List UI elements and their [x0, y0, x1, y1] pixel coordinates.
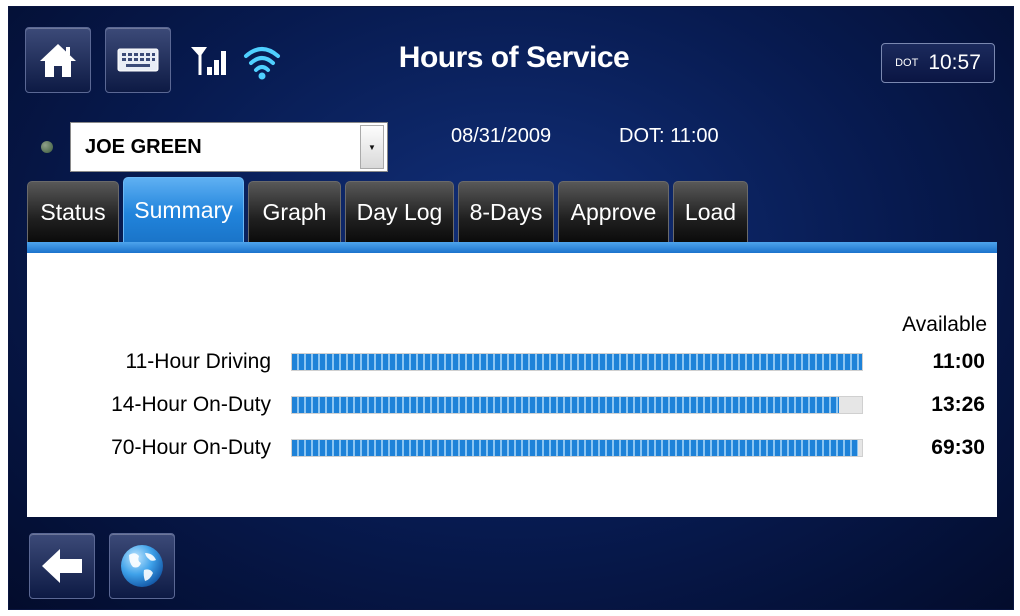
- summary-panel: Available 11-Hour Driving 11:00 14-Hour …: [27, 253, 997, 517]
- on-duty-70-available-value: 69:30: [931, 436, 985, 459]
- back-arrow-icon: [42, 549, 82, 583]
- driver-select[interactable]: JOE GREEN ▼: [70, 122, 388, 172]
- driver-status-indicator: [41, 141, 53, 153]
- tab-load[interactable]: Load: [673, 181, 748, 243]
- device-screen: Hours of Service DOT 10:57 JOE GREEN ▼ 0…: [8, 6, 1014, 610]
- on-duty-70-label: 70-Hour On-Duty: [111, 436, 271, 459]
- tab-summary[interactable]: Summary: [123, 177, 244, 243]
- available-header: Available: [902, 313, 987, 336]
- wifi-icon: [244, 47, 280, 80]
- back-button[interactable]: [29, 533, 95, 599]
- home-button[interactable]: [25, 27, 91, 93]
- clock-dot-label: DOT: [895, 57, 919, 69]
- dot-clock-button[interactable]: DOT 10:57: [881, 43, 995, 83]
- dropdown-arrow-icon[interactable]: ▼: [360, 125, 384, 169]
- current-date: 08/31/2009: [451, 125, 552, 147]
- tab-graph[interactable]: Graph: [248, 181, 341, 243]
- on-duty-70-progress-fill: [292, 440, 858, 456]
- driving-progress-bar: [291, 353, 863, 371]
- globe-button[interactable]: [109, 533, 175, 599]
- tab-day-log[interactable]: Day Log: [345, 181, 454, 243]
- driver-name-value: JOE GREEN: [85, 135, 202, 158]
- keyboard-button[interactable]: [105, 27, 171, 93]
- on-duty-14-available-value: 13:26: [931, 393, 985, 416]
- page-title: Hours of Service: [398, 41, 630, 74]
- on-duty-70-progress-bar: [291, 439, 863, 457]
- home-icon: [40, 44, 76, 77]
- driving-progress-fill: [292, 354, 862, 370]
- keyboard-icon: [117, 48, 159, 72]
- on-duty-14-label: 14-Hour On-Duty: [111, 393, 271, 416]
- dot-time: DOT: 11:00: [619, 125, 719, 147]
- tab-strip: [27, 242, 997, 253]
- driving-label: 11-Hour Driving: [125, 350, 272, 373]
- tab-8-days[interactable]: 8-Days: [458, 181, 554, 243]
- tab-status[interactable]: Status: [27, 181, 119, 243]
- on-duty-14-progress-bar: [291, 396, 863, 414]
- clock-time: 10:57: [928, 51, 981, 74]
- on-duty-14-progress-fill: [292, 397, 840, 413]
- globe-icon: [121, 545, 163, 587]
- tab-approve[interactable]: Approve: [558, 181, 669, 243]
- cell-signal-icon: [191, 47, 226, 75]
- driving-available-value: 11:00: [932, 350, 985, 373]
